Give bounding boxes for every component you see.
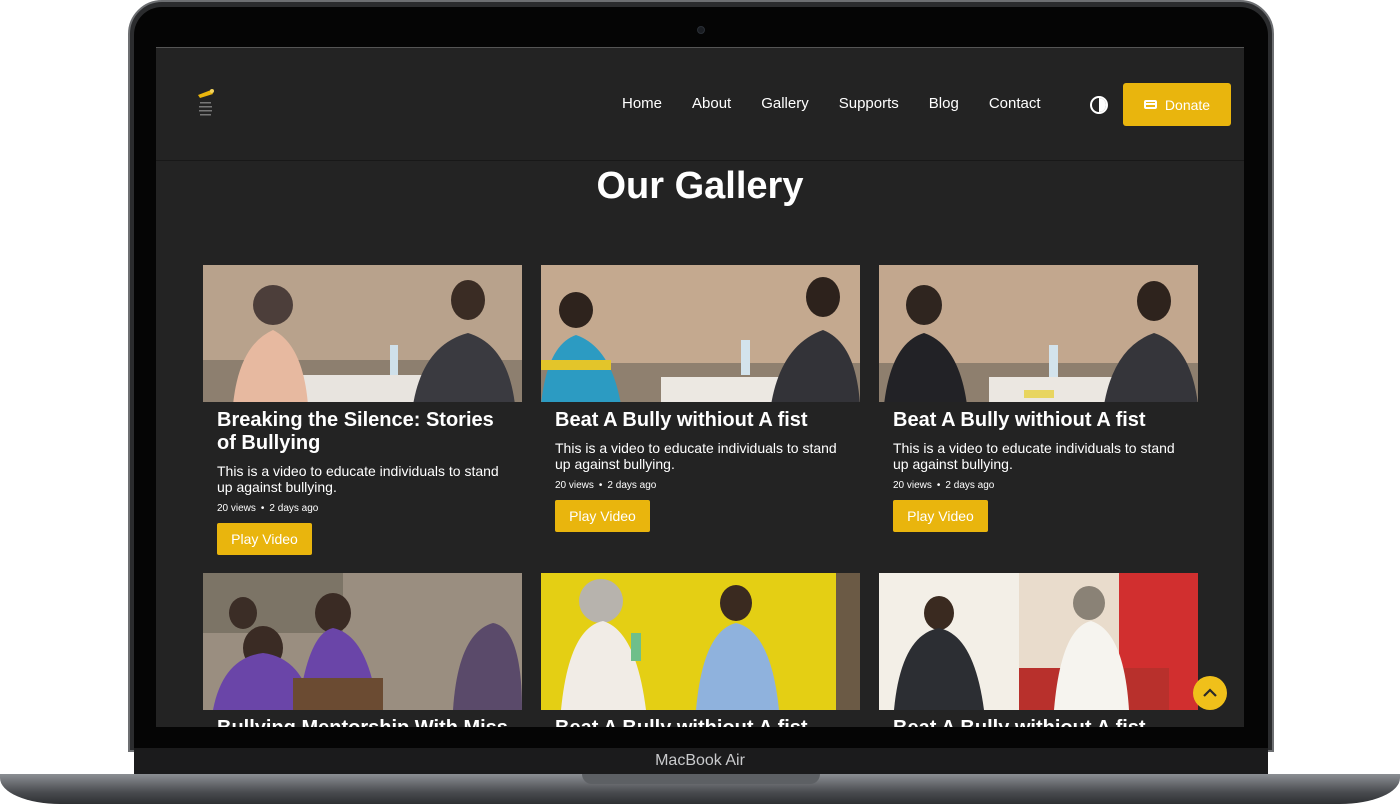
chevron-up-icon <box>1203 688 1217 697</box>
video-age: 2 days ago <box>945 480 995 491</box>
video-views: 20 views <box>217 503 256 514</box>
nav-about[interactable]: About <box>692 95 731 112</box>
donate-label: Donate <box>1164 96 1211 113</box>
nav-home[interactable]: Home <box>622 95 662 112</box>
laptop-notch <box>582 774 820 784</box>
video-thumbnail[interactable] <box>879 265 1198 402</box>
browser-viewport: Home About Gallery Supports Blog Contact… <box>156 47 1244 727</box>
video-card: Beat A Bully withiout A fist <box>879 573 1198 727</box>
video-meta: 20 views • 2 days ago <box>555 480 657 491</box>
video-meta: 20 views • 2 days ago <box>217 503 319 514</box>
video-title: Beat A Bully withiout A fist <box>893 409 1146 431</box>
video-thumbnail[interactable] <box>879 573 1198 710</box>
video-card: Breaking the Silence: Stories of Bullyin… <box>203 265 522 565</box>
video-thumbnail[interactable] <box>541 265 860 402</box>
video-age: 2 days ago <box>269 503 319 514</box>
video-card: Beat A Bully withiout A fist <box>541 573 860 727</box>
video-description: This is a video to educate individuals t… <box>555 440 837 472</box>
play-video-button[interactable]: Play Video <box>217 523 312 555</box>
play-video-button[interactable]: Play Video <box>555 500 650 532</box>
credit-card-icon <box>1143 100 1157 109</box>
play-video-button[interactable]: Play Video <box>893 500 988 532</box>
main-nav: Home About Gallery Supports Blog Contact <box>622 95 1071 112</box>
video-card: Beat A Bully withiout A fist This is a v… <box>541 265 860 545</box>
video-title: Beat A Bully withiout A fist <box>893 717 1193 727</box>
webcam <box>697 26 705 34</box>
site-logo[interactable] <box>194 87 216 119</box>
nav-supports[interactable]: Supports <box>839 95 899 112</box>
video-thumbnail[interactable] <box>203 265 522 402</box>
video-title: Beat A Bully withiout A fist <box>555 409 808 431</box>
video-title: Breaking the Silence: Stories of Bullyin… <box>217 409 494 454</box>
video-title: Bullying Mentorship With Miss <box>217 717 517 727</box>
video-card: Beat A Bully withiout A fist This is a v… <box>879 265 1198 545</box>
video-description: This is a video to educate individuals t… <box>893 440 1175 472</box>
video-views: 20 views <box>893 480 932 491</box>
video-thumbnail[interactable] <box>203 573 522 710</box>
nav-blog[interactable]: Blog <box>929 95 959 112</box>
video-description: This is a video to educate individuals t… <box>217 463 499 495</box>
donate-button[interactable]: Donate <box>1123 83 1231 126</box>
video-thumbnail[interactable] <box>541 573 860 710</box>
scroll-to-top-button[interactable] <box>1193 676 1227 710</box>
video-title: Beat A Bully withiout A fist <box>555 717 855 727</box>
device-label: MacBook Air <box>655 752 745 769</box>
page-title: Our Gallery <box>596 165 804 207</box>
site-header: Home About Gallery Supports Blog Contact… <box>156 48 1244 161</box>
video-age: 2 days ago <box>607 480 657 491</box>
nav-gallery[interactable]: Gallery <box>761 95 809 112</box>
video-card: Bullying Mentorship With Miss <box>203 573 522 727</box>
nav-contact[interactable]: Contact <box>989 95 1041 112</box>
video-meta: 20 views • 2 days ago <box>893 480 995 491</box>
theme-toggle-icon[interactable] <box>1090 96 1108 114</box>
video-views: 20 views <box>555 480 594 491</box>
